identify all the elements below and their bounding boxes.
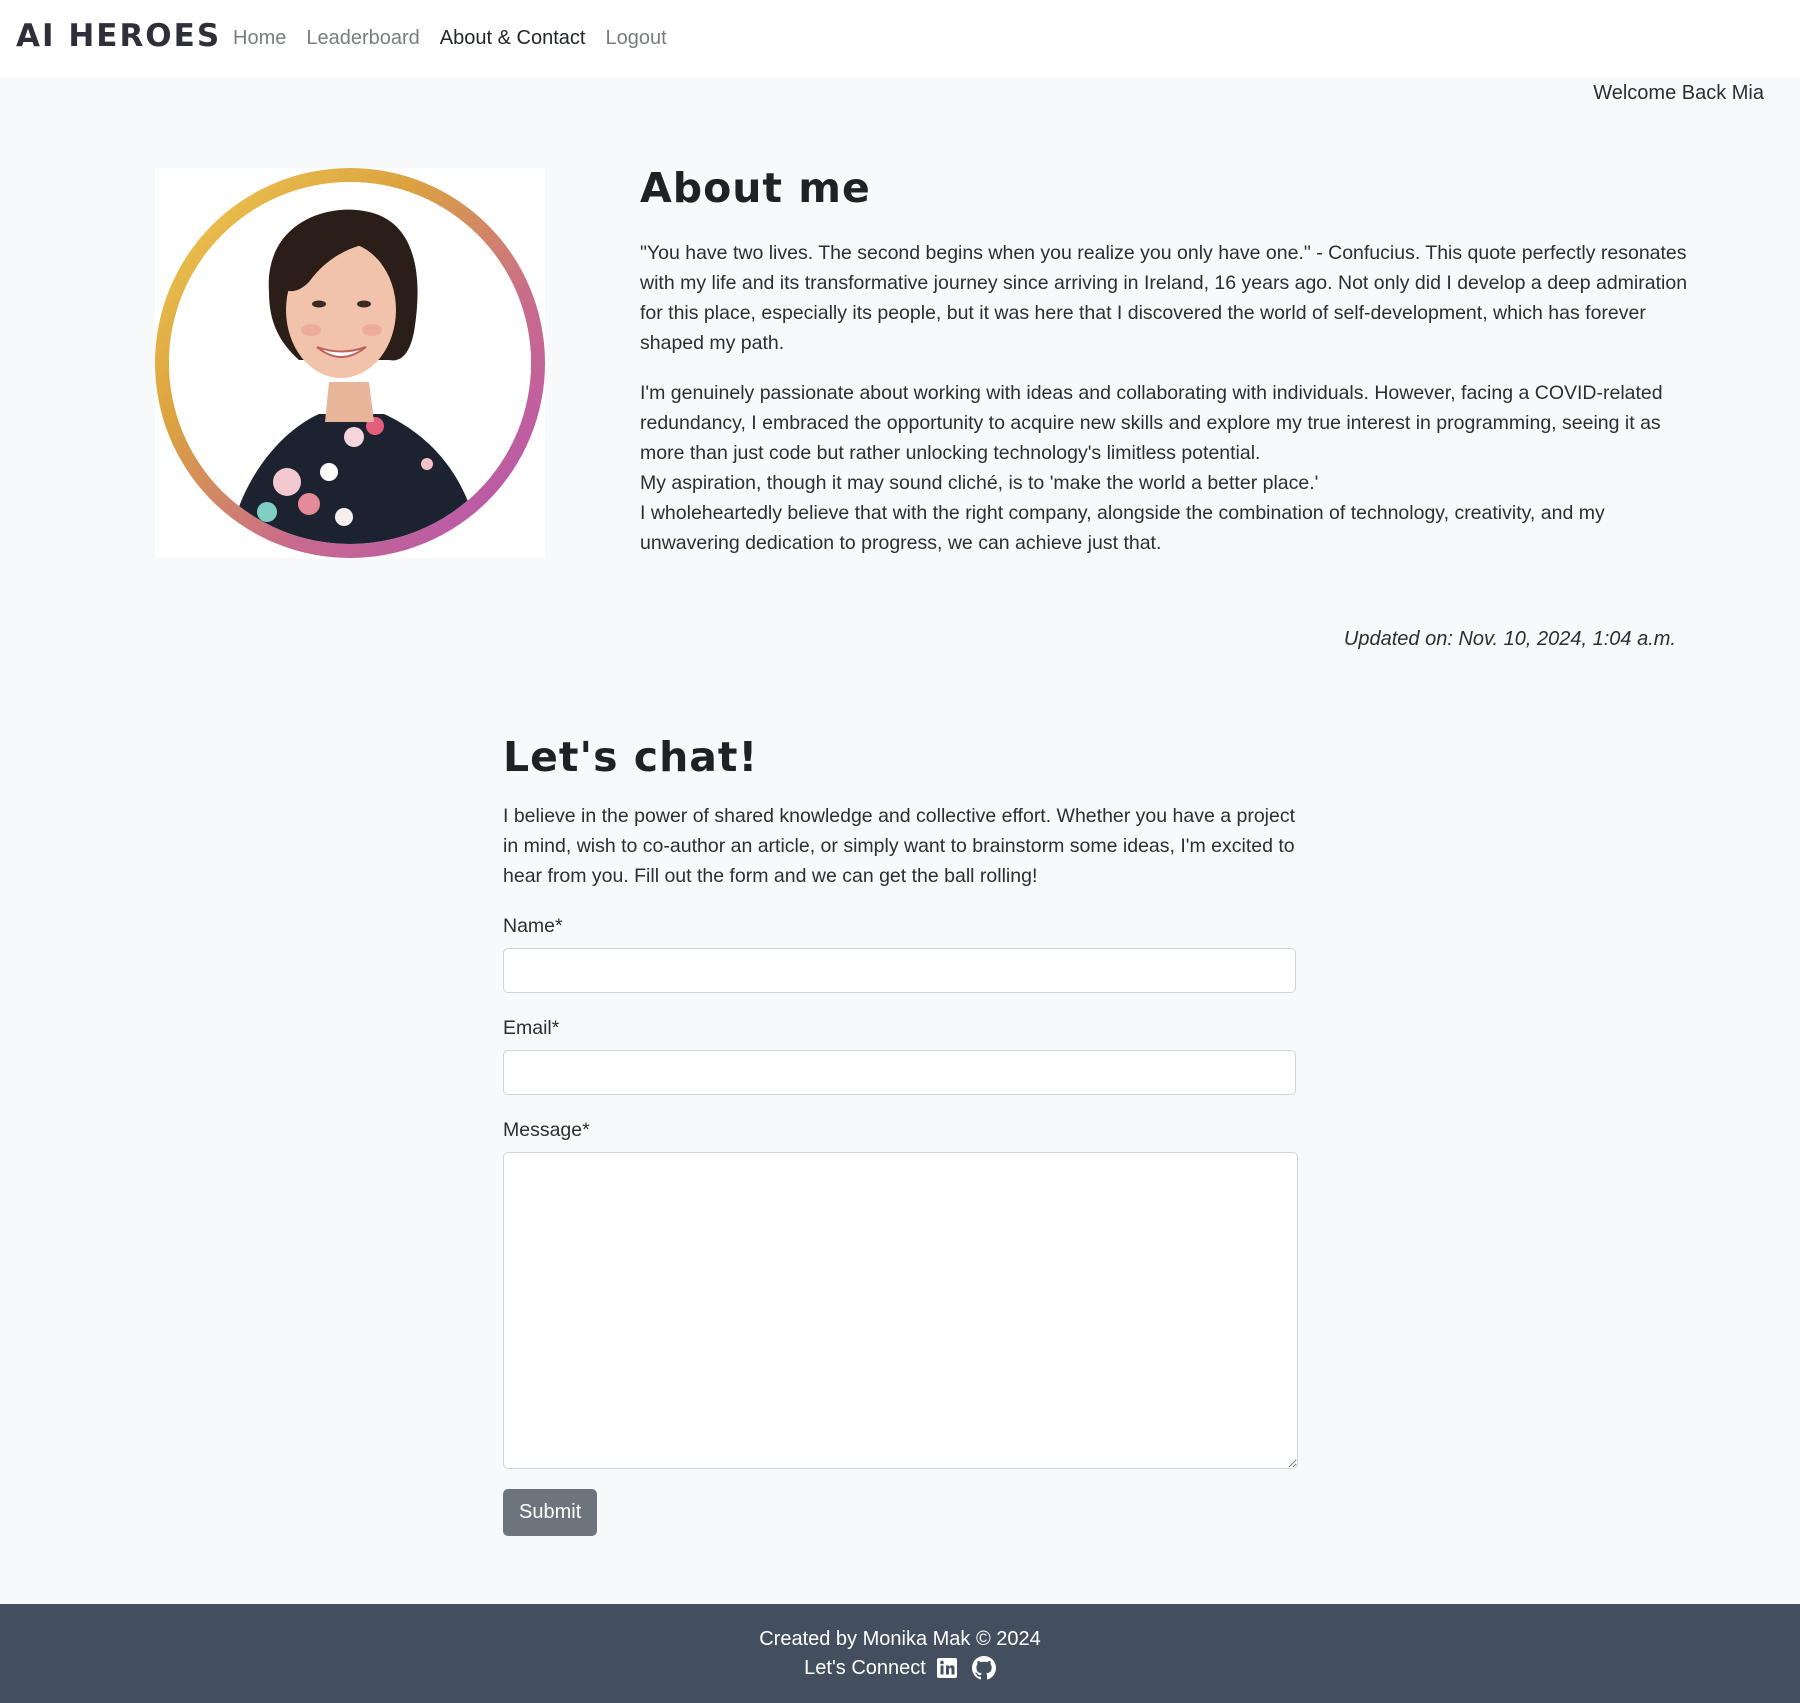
about-paragraph-2-c: I wholeheartedly believe that with the r… <box>640 502 1605 554</box>
welcome-message: Welcome Back Mia <box>1593 82 1764 104</box>
github-icon[interactable] <box>971 1656 996 1680</box>
about-paragraph-2-a: I'm genuinely passionate about working w… <box>640 382 1663 464</box>
footer-connect-label: Let's Connect <box>804 1656 926 1679</box>
nav-leaderboard-link[interactable]: Leaderboard <box>306 27 419 50</box>
contact-section: Let's chat! I believe in the power of sh… <box>503 733 1298 1536</box>
email-label: Email* <box>503 1017 560 1039</box>
nav-logout-link[interactable]: Logout <box>605 27 666 50</box>
chat-title: Let's chat! <box>503 733 759 781</box>
about-paragraph-1: "You have two lives. The second begins w… <box>640 242 1688 354</box>
brand-logo[interactable]: AI HEROES <box>16 18 221 54</box>
chat-intro: I believe in the power of shared knowled… <box>503 805 1296 887</box>
nav-about-contact-link[interactable]: About & Contact <box>440 27 586 50</box>
footer: Created by Monika Mak © 2024 Let's Conne… <box>0 1604 1800 1703</box>
avatar <box>169 182 531 544</box>
about-paragraph-2-b: My aspiration, though it may sound clich… <box>640 472 1319 494</box>
name-input[interactable] <box>503 948 1296 993</box>
nav-home-link[interactable]: Home <box>233 27 286 50</box>
message-label: Message* <box>503 1119 590 1141</box>
linkedin-icon[interactable] <box>936 1657 958 1679</box>
email-input[interactable] <box>503 1050 1296 1095</box>
contact-form: Name* Email* Message* Submit <box>503 915 1298 1536</box>
submit-button[interactable]: Submit <box>503 1489 598 1536</box>
footer-connect-row: Let's Connect <box>0 1656 1800 1680</box>
profile-photo <box>155 168 545 558</box>
message-textarea[interactable] <box>503 1152 1298 1469</box>
name-label: Name* <box>503 915 563 937</box>
about-paragraph-2: I'm genuinely passionate about working w… <box>640 378 1708 558</box>
about-section: About me "You have two lives. The second… <box>640 164 1708 558</box>
nav-links: Home Leaderboard About & Contact Logout <box>233 27 687 50</box>
navbar: AI HEROES Home Leaderboard About & Conta… <box>0 0 1800 78</box>
updated-timestamp: Updated on: Nov. 10, 2024, 1:04 a.m. <box>1343 628 1676 650</box>
footer-credit: Created by Monika Mak © 2024 <box>759 1628 1041 1650</box>
about-title: About me <box>640 164 871 212</box>
portrait-illustration <box>169 182 531 544</box>
